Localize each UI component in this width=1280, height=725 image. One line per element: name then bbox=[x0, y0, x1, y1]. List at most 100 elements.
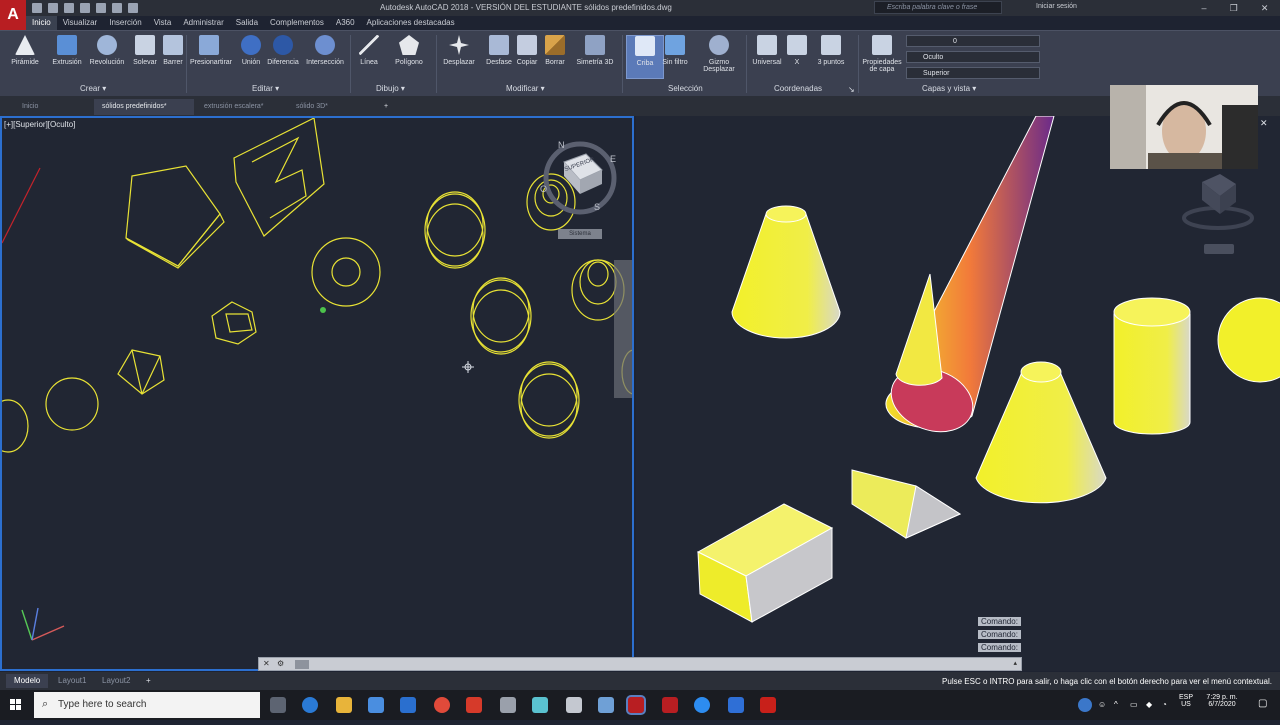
sin-filtro-button[interactable]: Sin filtro bbox=[656, 35, 694, 66]
application-menu-button[interactable]: A bbox=[0, 0, 26, 30]
chevron-up-icon[interactable]: ^ bbox=[1114, 700, 1118, 709]
chrome-icon[interactable] bbox=[434, 697, 450, 713]
signin-button[interactable]: Iniciar sesión bbox=[1036, 3, 1077, 10]
file-tab-inicio[interactable]: Inicio bbox=[14, 99, 46, 115]
viewcube-right[interactable] bbox=[1176, 170, 1256, 254]
presionartirar-button[interactable]: Presionartirar bbox=[190, 35, 232, 66]
network-icon[interactable]: ▭ bbox=[1130, 700, 1138, 709]
close-icon[interactable]: ✕ bbox=[1261, 0, 1269, 16]
linea-button[interactable]: Línea bbox=[350, 35, 388, 66]
divider bbox=[858, 35, 859, 93]
start-button[interactable] bbox=[0, 690, 32, 720]
app-icon[interactable] bbox=[532, 697, 548, 713]
tab-layout1[interactable]: Layout1 bbox=[50, 674, 94, 688]
wifi-icon[interactable]: ◔ bbox=[1162, 700, 1167, 709]
diferencia-button[interactable]: Diferencia bbox=[264, 35, 302, 66]
language-indicator[interactable]: ESP US bbox=[1178, 694, 1194, 708]
simetria3d-button[interactable]: Simetría 3D bbox=[572, 35, 618, 66]
panel-label-crear[interactable]: Crear ▾ bbox=[80, 84, 106, 93]
wcs-menu[interactable]: Sistema bbox=[558, 229, 602, 239]
zoom-icon[interactable] bbox=[694, 697, 710, 713]
tab-layout2[interactable]: Layout2 bbox=[94, 674, 138, 688]
tab-insercion[interactable]: Inserción bbox=[103, 16, 147, 30]
layer-dropdown[interactable]: 0 bbox=[906, 35, 1040, 47]
tab-inicio[interactable]: Inicio bbox=[26, 16, 57, 30]
save-as-icon[interactable] bbox=[80, 3, 90, 13]
gizmo-button[interactable]: Gizmo Desplazar bbox=[700, 35, 738, 73]
add-layout-button[interactable]: + bbox=[138, 674, 159, 688]
people-icon[interactable]: ☺ bbox=[1098, 700, 1106, 709]
borrar-button[interactable]: Borrar bbox=[536, 35, 574, 66]
undo-icon[interactable] bbox=[112, 3, 122, 13]
taskbar-search-input[interactable]: Type here to search bbox=[34, 692, 260, 718]
file-tab-solidos[interactable]: sólidos predefinidos* bbox=[94, 99, 194, 115]
tab-visualizar[interactable]: Visualizar bbox=[57, 16, 104, 30]
sweep-icon bbox=[163, 35, 183, 55]
app-icon[interactable] bbox=[566, 697, 582, 713]
viewport-label[interactable]: [+][Superior][Oculto] bbox=[4, 120, 75, 129]
tab-salida[interactable]: Salida bbox=[230, 16, 264, 30]
ucs-3points-button[interactable]: 3 puntos bbox=[812, 35, 850, 66]
file-tab-solido3d[interactable]: sólido 3D* bbox=[288, 99, 336, 115]
dropbox-icon[interactable]: ◆ bbox=[1146, 700, 1152, 709]
tab-aplicaciones[interactable]: Aplicaciones destacadas bbox=[361, 16, 461, 30]
app-icon[interactable] bbox=[500, 697, 516, 713]
acrobat-icon[interactable] bbox=[760, 697, 776, 713]
viewport-close-icon[interactable]: ✕ bbox=[1260, 118, 1268, 129]
notifications-icon[interactable]: ▢ bbox=[1258, 698, 1267, 709]
autocad-taskbar-icon[interactable] bbox=[626, 695, 646, 715]
edge-icon[interactable] bbox=[302, 697, 318, 713]
help-icon[interactable] bbox=[1078, 698, 1092, 712]
view-dropdown[interactable]: Superior bbox=[906, 67, 1040, 79]
desplazar-button[interactable]: Desplazar bbox=[440, 35, 478, 66]
panel-label-capas[interactable]: Capas y vista ▾ bbox=[922, 84, 976, 93]
wrench-icon[interactable]: ⚙ bbox=[277, 659, 284, 668]
ucs-x-button[interactable]: X bbox=[778, 35, 816, 66]
visual-style-dropdown[interactable]: Oculto bbox=[906, 51, 1040, 63]
chevron-up-icon[interactable]: ▴ bbox=[1013, 659, 1017, 667]
tab-a360[interactable]: A360 bbox=[330, 16, 361, 30]
extrusion-button[interactable]: Extrusión bbox=[48, 35, 86, 66]
viewcube-south: S bbox=[594, 202, 601, 212]
app-icon[interactable] bbox=[728, 697, 744, 713]
clock[interactable]: 7:29 p. m. 6/7/2020 bbox=[1202, 694, 1242, 708]
task-view-icon[interactable] bbox=[270, 697, 286, 713]
copiar-label: Copiar bbox=[516, 59, 538, 66]
autocad-taskbar-icon[interactable] bbox=[662, 697, 678, 713]
revolucion-button[interactable]: Revolución bbox=[88, 35, 126, 66]
app-icon[interactable] bbox=[598, 697, 614, 713]
file-explorer-icon[interactable] bbox=[336, 697, 352, 713]
panel-label-editar[interactable]: Editar ▾ bbox=[252, 84, 279, 93]
ucs-3points-label: 3 puntos bbox=[817, 59, 845, 66]
new-icon[interactable] bbox=[32, 3, 42, 13]
save-icon[interactable] bbox=[64, 3, 74, 13]
redo-icon[interactable] bbox=[128, 3, 138, 13]
minimize-icon[interactable]: – bbox=[1202, 0, 1207, 16]
tab-complementos[interactable]: Complementos bbox=[264, 16, 330, 30]
command-history-line: Comando: bbox=[978, 643, 1021, 652]
interseccion-button[interactable]: Intersección bbox=[306, 35, 344, 66]
tab-vista[interactable]: Vista bbox=[148, 16, 178, 30]
tab-modelo[interactable]: Modelo bbox=[6, 674, 49, 688]
viewport-left[interactable] bbox=[0, 116, 647, 671]
propiedades-capa-button[interactable]: Propiedades de capa bbox=[860, 35, 904, 73]
tab-administrar[interactable]: Administrar bbox=[177, 16, 229, 30]
store-icon[interactable] bbox=[368, 697, 384, 713]
new-tab-button[interactable]: + bbox=[376, 99, 396, 115]
close-icon[interactable]: ✕ bbox=[263, 659, 270, 668]
piramide-button[interactable]: Pirámide bbox=[6, 35, 44, 66]
open-icon[interactable] bbox=[48, 3, 58, 13]
plot-icon[interactable] bbox=[96, 3, 106, 13]
command-line[interactable]: ✕ ⚙ ▴ bbox=[258, 657, 1022, 671]
search-input[interactable]: Escriba palabra clave o frase bbox=[874, 1, 1002, 14]
viewport-scrollbar bbox=[614, 260, 632, 398]
viewcube[interactable]: SUPERIOR N E S O bbox=[540, 140, 620, 220]
panel-label-modificar[interactable]: Modificar ▾ bbox=[506, 84, 545, 93]
panel-label-dibujo[interactable]: Dibujo ▾ bbox=[376, 84, 405, 93]
restore-icon[interactable]: ❐ bbox=[1230, 0, 1238, 16]
mail-icon[interactable] bbox=[400, 697, 416, 713]
coordenadas-expander[interactable]: ↘ bbox=[848, 85, 855, 94]
poligono-button[interactable]: Polígono bbox=[390, 35, 428, 66]
app-icon[interactable] bbox=[466, 697, 482, 713]
file-tab-extrusion[interactable]: extrusión escalera* bbox=[196, 99, 272, 115]
